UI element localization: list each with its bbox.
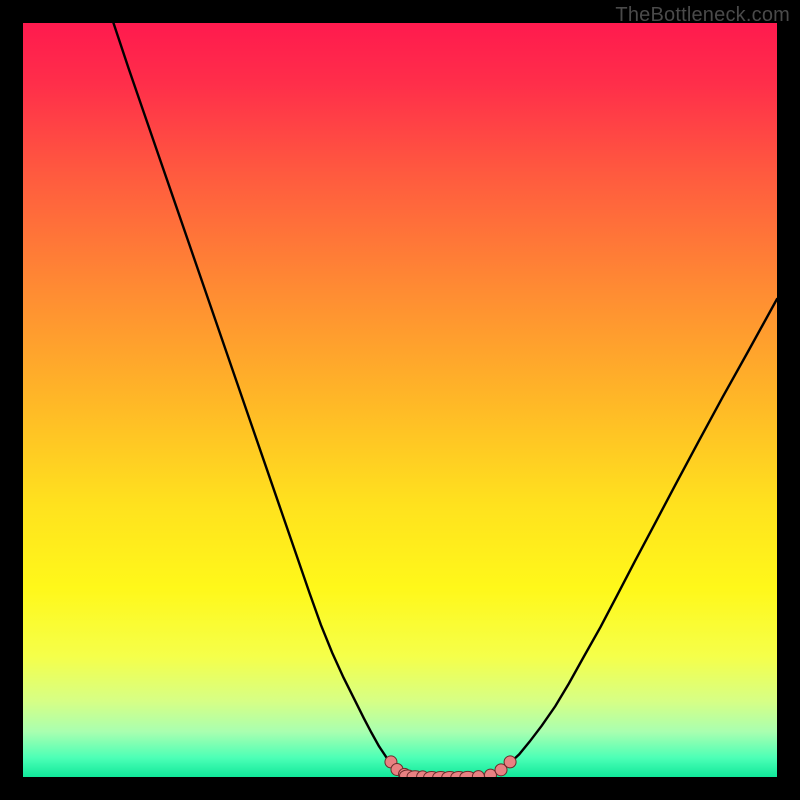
watermark-text: TheBottleneck.com [615, 4, 790, 27]
chart-frame: TheBottleneck.com [0, 0, 800, 800]
gradient-background [23, 23, 777, 777]
plot-area [23, 23, 777, 777]
chart-svg [23, 23, 777, 777]
valley-dot [504, 756, 516, 768]
